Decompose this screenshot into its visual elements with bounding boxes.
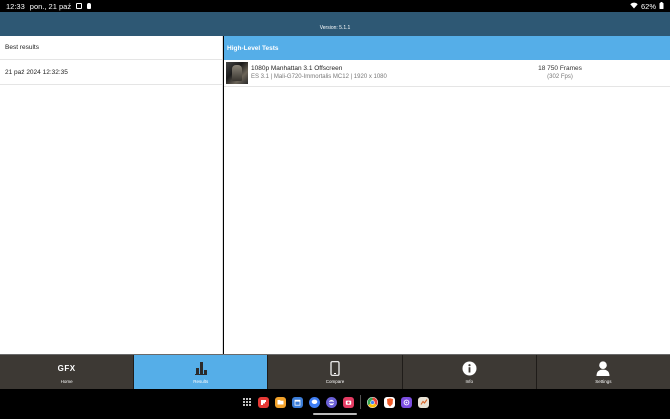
results-detail-panel: High-Level Tests 1080p Manhattan 3.1 Off… (224, 36, 670, 354)
wifi-icon (630, 2, 638, 11)
taskbar-divider (360, 395, 361, 409)
gesture-handle[interactable] (313, 413, 357, 415)
high-level-tests-header: High-Level Tests (224, 36, 670, 60)
bar-chart-icon (194, 360, 208, 376)
test-name: 1080p Manhattan 3.1 Offscreen (251, 65, 343, 72)
chrome-icon[interactable] (367, 396, 378, 408)
nav-compare[interactable]: Compare (268, 355, 403, 389)
bottom-navigation: GFX Home Results Compare Info Settings (0, 354, 670, 389)
camera-icon[interactable] (343, 396, 354, 408)
results-list-panel: Best results 21 paź 2024 12:32:35 (0, 36, 223, 354)
nav-info[interactable]: Info (403, 355, 537, 389)
nav-settings[interactable]: Settings (537, 355, 670, 389)
user-icon (596, 360, 610, 376)
status-time: 12:33 (6, 1, 25, 11)
game-app-icon[interactable] (401, 396, 412, 408)
calendar-icon[interactable] (292, 396, 303, 408)
test-result-row[interactable]: 1080p Manhattan 3.1 Offscreen ES 3.1 | M… (224, 60, 670, 87)
flipboard-icon[interactable] (258, 396, 269, 408)
folder-icon[interactable] (275, 396, 286, 408)
score-fps: (302 Fps) (547, 74, 573, 80)
status-bar: 12:33 pon., 21 paź 62% (0, 0, 670, 12)
version-label: Version: 5.1.1 (319, 25, 351, 31)
info-icon (462, 360, 477, 376)
nav-results[interactable]: Results (134, 355, 269, 389)
gfx-logo: GFX (57, 363, 76, 373)
bulb-notification-icon (87, 3, 92, 9)
battery-percent: 62% (640, 1, 656, 11)
nav-label: Compare (325, 379, 345, 384)
nav-label: Results (193, 379, 209, 384)
best-results-title: Best results (0, 36, 222, 60)
nav-label: Home (60, 379, 73, 384)
test-info: 1080p Manhattan 3.1 Offscreen ES 3.1 | M… (251, 64, 500, 82)
test-score: 18 750 Frames (302 Fps) (500, 64, 620, 82)
brave-icon[interactable] (384, 396, 395, 408)
test-details: ES 3.1 | Mali-G720-Immortalis MC12 | 192… (251, 74, 387, 80)
screen: 12:33 pon., 21 paź 62% Version: 5.1.1 Be… (0, 0, 670, 419)
battery-icon (659, 1, 664, 11)
messages-icon[interactable] (309, 396, 320, 408)
app-grid-icon[interactable] (241, 397, 252, 408)
phone-icon (330, 360, 340, 376)
status-date: pon., 21 paź (29, 1, 72, 11)
gallery-notification-icon (76, 3, 83, 9)
benchmark-icon[interactable] (418, 396, 429, 408)
nav-label: Info (465, 379, 473, 384)
result-session-item[interactable]: 21 paź 2024 12:32:35 (0, 60, 222, 85)
internet-icon[interactable] (326, 396, 337, 408)
result-session-label: 21 paź 2024 12:32:35 (5, 68, 68, 76)
manhattan-thumbnail (226, 62, 248, 84)
app-header: Version: 5.1.1 (0, 12, 670, 36)
nav-label: Settings (595, 379, 612, 384)
score-frames: 18 750 Frames (538, 65, 582, 72)
nav-home[interactable]: GFX Home (0, 355, 135, 389)
